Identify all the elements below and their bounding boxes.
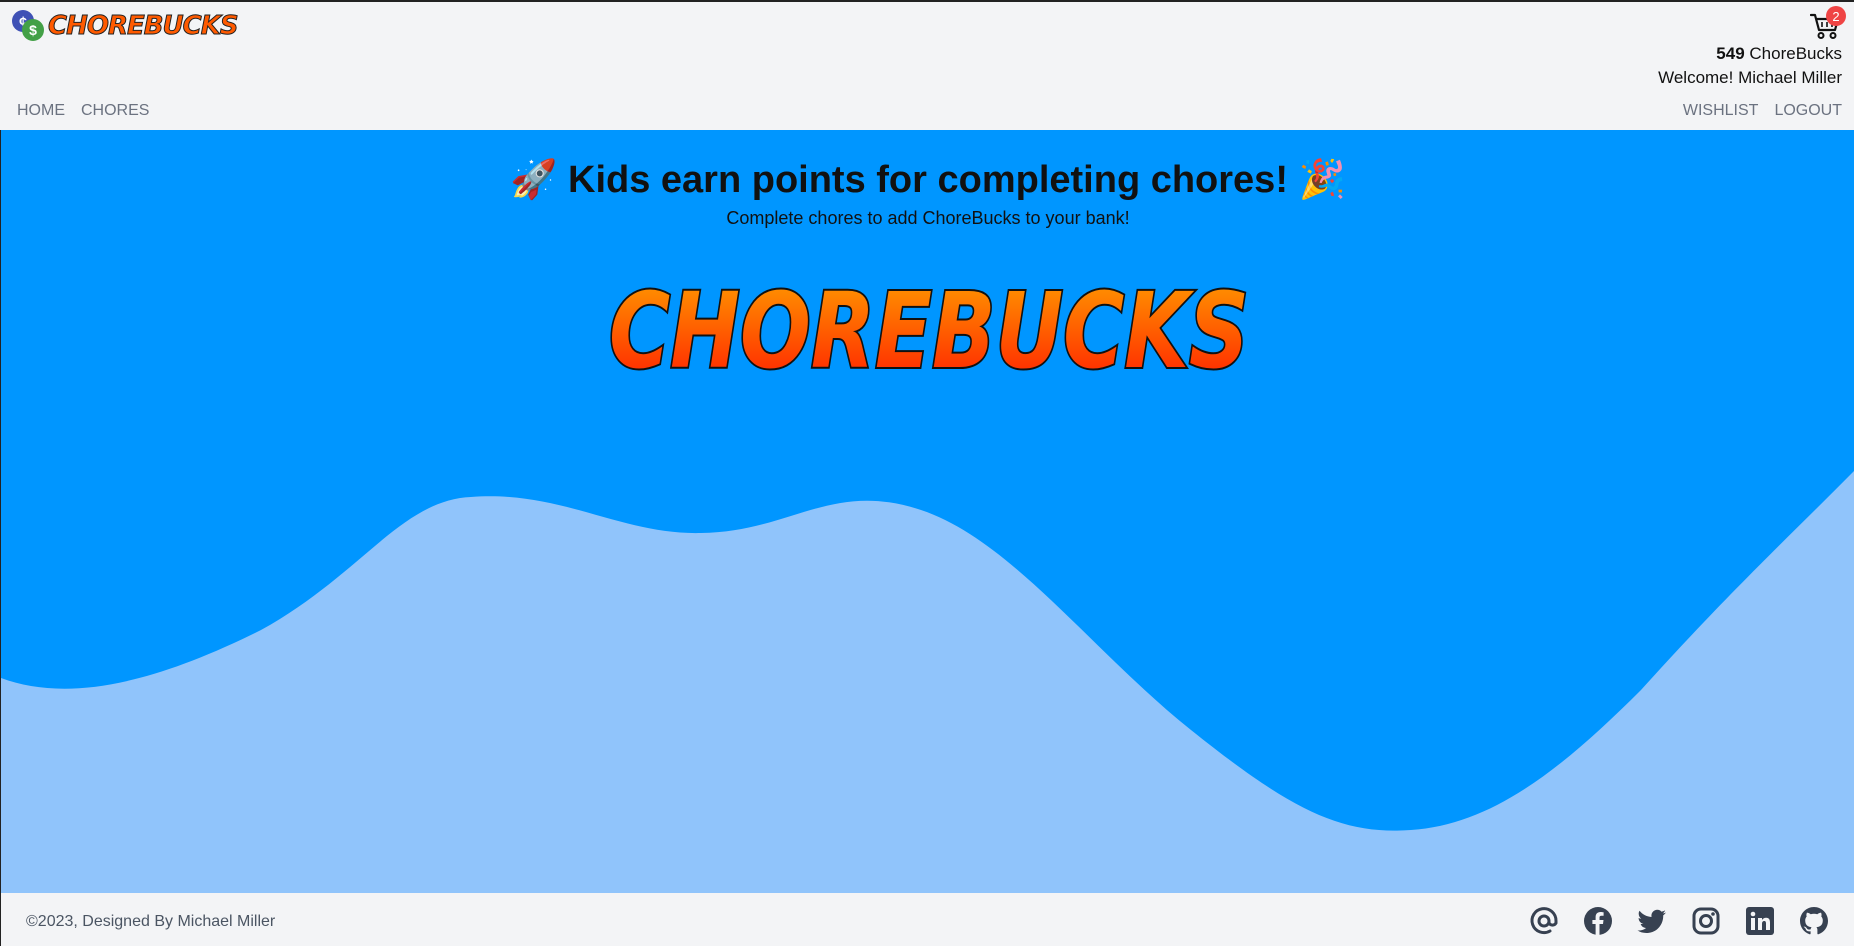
header: ¢ $ CHOREBUCKS 2 549 ChoreBucks Welcome!… xyxy=(0,0,1854,130)
nav-wishlist-link[interactable]: WISHLIST xyxy=(1683,102,1759,120)
cart-button[interactable]: 2 xyxy=(1809,6,1846,42)
welcome-message: Welcome! Michael Miller xyxy=(1658,68,1842,87)
nav-logout-link[interactable]: LOGOUT xyxy=(1774,102,1842,120)
copyright-text: ©2023, Designed By Michael Miller xyxy=(26,913,276,930)
main-nav: HOME CHORES xyxy=(17,102,149,120)
hero-section: 🚀 Kids earn points for completing chores… xyxy=(0,130,1854,893)
logo-text: CHOREBUCKS xyxy=(48,11,240,42)
github-icon[interactable] xyxy=(1799,906,1829,936)
big-logo-text: CHOREBUCKS xyxy=(609,270,1249,392)
bucks-amount: 549 xyxy=(1716,44,1745,63)
cart-count-badge: 2 xyxy=(1826,6,1846,26)
user-nav: WISHLIST LOGOUT xyxy=(1683,102,1842,120)
coins-icon: ¢ $ xyxy=(12,10,46,42)
twitter-icon[interactable] xyxy=(1637,906,1667,936)
hero-title: 🚀 Kids earn points for completing chores… xyxy=(510,159,1346,201)
social-links xyxy=(1529,906,1829,936)
nav-home-link[interactable]: HOME xyxy=(17,102,65,120)
bucks-balance: 549 ChoreBucks xyxy=(1716,44,1842,64)
email-icon[interactable] xyxy=(1529,906,1559,936)
site-logo[interactable]: ¢ $ CHOREBUCKS xyxy=(12,10,240,42)
hero-subtitle: Complete chores to add ChoreBucks to you… xyxy=(726,208,1130,228)
instagram-icon[interactable] xyxy=(1691,906,1721,936)
wave-background xyxy=(1,471,1854,893)
footer: ©2023, Designed By Michael Miller xyxy=(0,893,1854,946)
bucks-unit: ChoreBucks xyxy=(1749,44,1842,63)
chorebucks-logo: CHOREBUCKS xyxy=(607,268,1251,394)
facebook-icon[interactable] xyxy=(1583,906,1613,936)
linkedin-icon[interactable] xyxy=(1745,906,1775,936)
nav-chores-link[interactable]: CHORES xyxy=(81,102,149,120)
